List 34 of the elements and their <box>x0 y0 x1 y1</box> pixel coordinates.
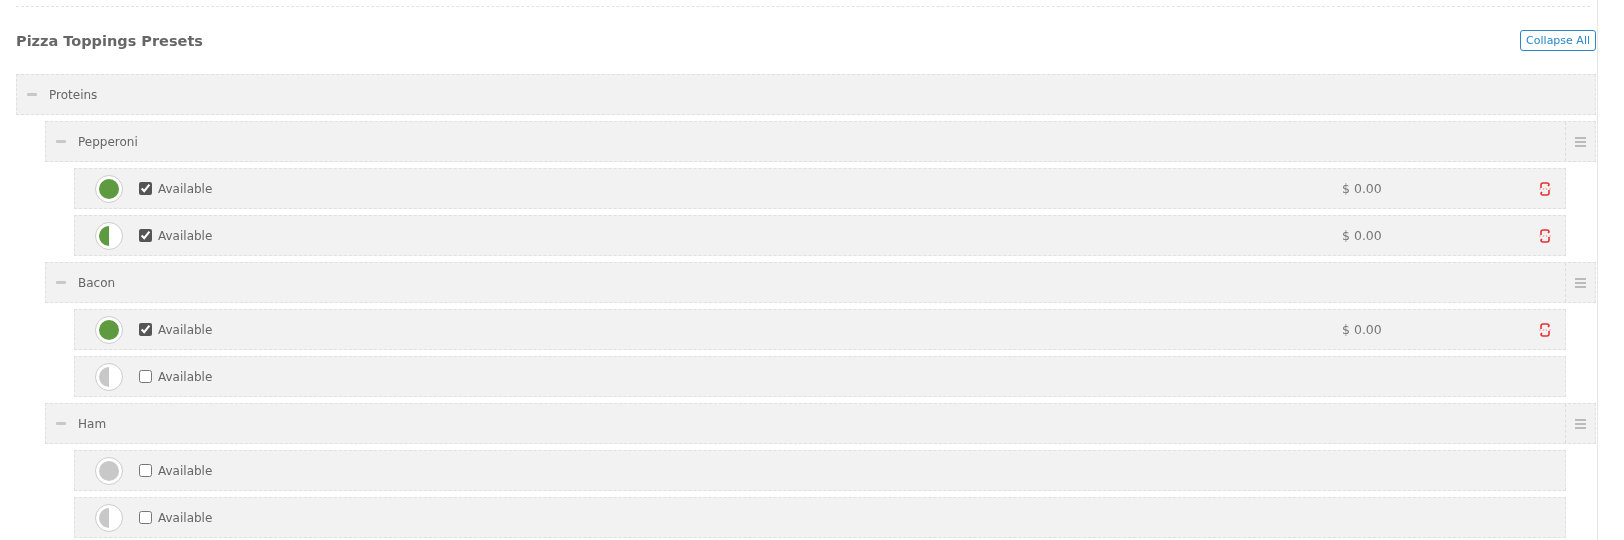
collapse-all-button[interactable]: Collapse All <box>1520 30 1596 51</box>
price-text: $ 0.00 <box>1342 228 1383 243</box>
item-name: Pepperoni <box>78 134 139 149</box>
group-row[interactable]: Proteins <box>16 74 1596 115</box>
option-label: Available <box>158 369 214 384</box>
broken-link-icon[interactable] <box>1539 181 1551 196</box>
item-row[interactable]: Ham <box>45 403 1596 444</box>
available-checkbox[interactable] <box>139 229 152 242</box>
item-name: Ham <box>78 416 108 431</box>
item-row[interactable]: Pepperoni <box>45 121 1596 162</box>
broken-link-icon[interactable] <box>1539 322 1551 337</box>
option-label: Available <box>158 510 214 525</box>
item-row[interactable]: Bacon <box>45 262 1596 303</box>
group-name: Proteins <box>49 87 99 102</box>
drag-handle-icon[interactable] <box>1575 277 1586 288</box>
option-label: Available <box>158 181 214 196</box>
available-checkbox[interactable] <box>139 464 152 477</box>
full-circle-icon[interactable] <box>95 174 123 203</box>
available-checkbox[interactable] <box>139 511 152 524</box>
full-circle-icon[interactable] <box>95 315 123 344</box>
section-title: Pizza Toppings Presets <box>16 32 203 49</box>
half-circle-icon[interactable] <box>95 221 123 250</box>
available-checkbox[interactable] <box>139 370 152 383</box>
available-checkbox[interactable] <box>139 323 152 336</box>
drag-handle-icon[interactable] <box>1575 136 1586 147</box>
price-text: $ 0.00 <box>1342 322 1383 337</box>
option-label: Available <box>158 463 214 478</box>
item-name: Bacon <box>78 275 117 290</box>
option-label: Available <box>158 228 214 243</box>
broken-link-icon[interactable] <box>1539 228 1551 243</box>
available-checkbox[interactable] <box>139 182 152 195</box>
option-label: Available <box>158 322 214 337</box>
drag-handle-icon[interactable] <box>1575 418 1586 429</box>
price-text: $ 0.00 <box>1342 181 1383 196</box>
